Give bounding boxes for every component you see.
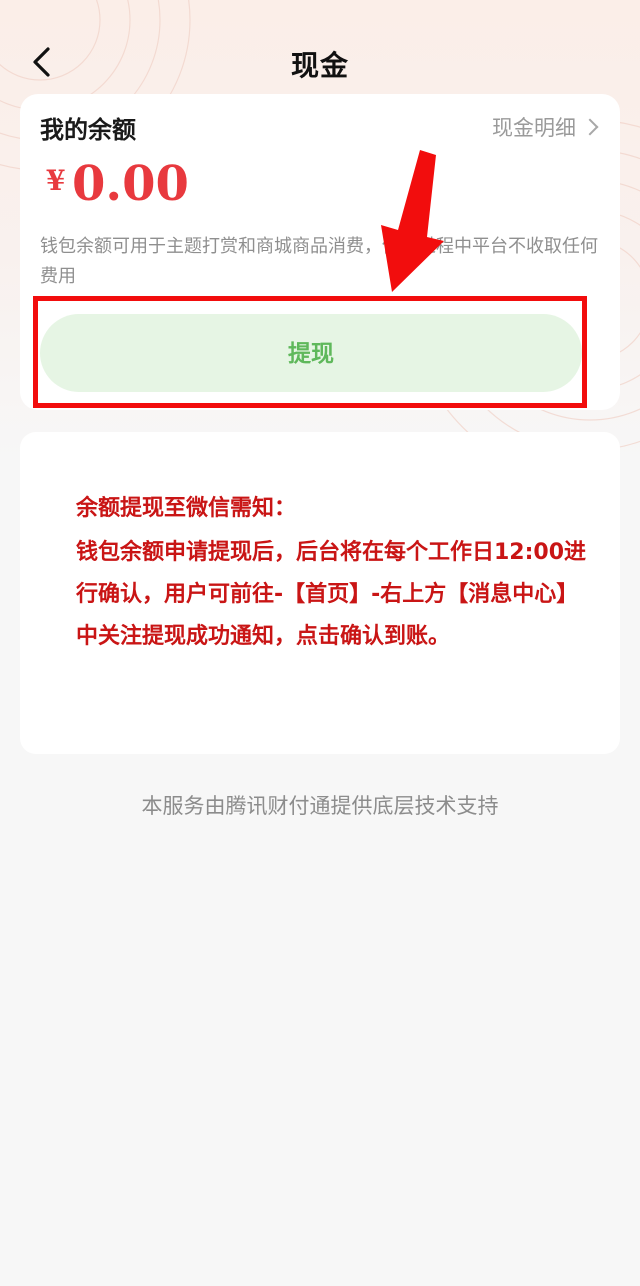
notice-body: 钱包余额申请提现后，后台将在每个工作日12:00进行确认，用户可前往-【首页】-… (76, 540, 587, 649)
top-bar: 现金 (0, 30, 640, 100)
balance-card: 我的余额 现金明细 ¥ 0.00 钱包余额可用于主题打赏和商城商品消费，使用过程… (20, 94, 620, 410)
currency-symbol: ¥ (46, 164, 66, 197)
cash-detail-link[interactable]: 现金明细 (492, 112, 599, 142)
balance-amount: 0.00 (72, 156, 189, 212)
balance-description: 钱包余额可用于主题打赏和商城商品消费，使用过程中平台不收取任何费用 (40, 236, 598, 287)
cash-detail-label: 现金明细 (492, 116, 576, 140)
page-title: 现金 (290, 49, 349, 82)
chevron-right-icon (581, 118, 599, 136)
notice-title: 余额提现至微信需知： (76, 496, 297, 521)
balance-title: 我的余额 (40, 116, 136, 144)
withdraw-button[interactable]: 提现 (40, 314, 582, 392)
footer-note: 本服务由腾讯财付通提供底层技术支持 (141, 794, 499, 818)
notice-card: 余额提现至微信需知： 钱包余额申请提现后，后台将在每个工作日12:00进行确认，… (20, 432, 620, 754)
